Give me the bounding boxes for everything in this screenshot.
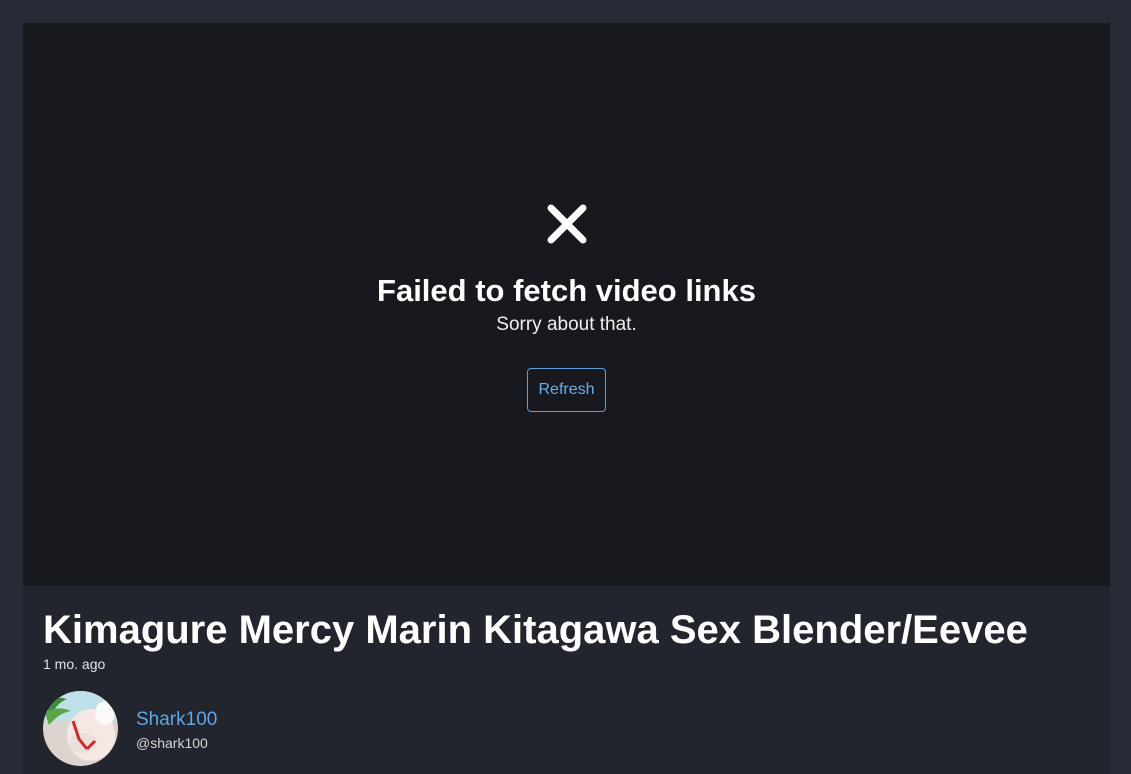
author-name-link[interactable]: Shark100 (136, 708, 217, 732)
posted-timestamp: 1 mo. ago (43, 656, 106, 672)
error-title: Failed to fetch video links (377, 273, 756, 308)
avatar-image (43, 691, 118, 766)
refresh-button[interactable]: Refresh (527, 368, 606, 412)
error-subtitle: Sorry about that. (496, 314, 637, 335)
author-handle: @shark100 (136, 735, 208, 751)
page: Failed to fetch video links Sorry about … (0, 0, 1131, 774)
video-card: Failed to fetch video links Sorry about … (23, 23, 1110, 774)
error-message-box: Failed to fetch video links Sorry about … (23, 201, 1110, 412)
author-avatar[interactable] (43, 691, 118, 766)
video-title: Kimagure Mercy Marin Kitagawa Sex Blende… (43, 608, 1028, 652)
close-x-icon (547, 204, 586, 244)
video-player: Failed to fetch video links Sorry about … (23, 23, 1110, 586)
